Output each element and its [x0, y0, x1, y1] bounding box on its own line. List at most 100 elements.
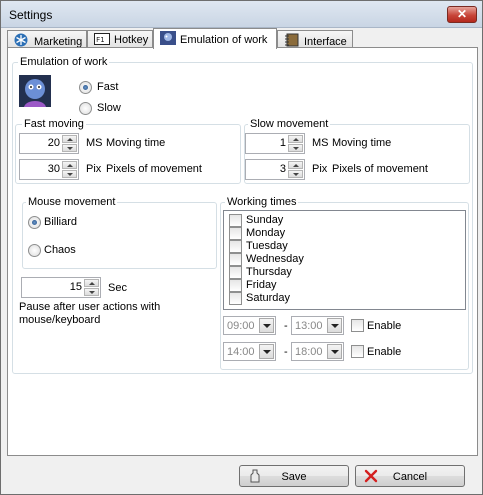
- day-label: Friday: [246, 279, 277, 291]
- friday-checkbox[interactable]: [229, 279, 242, 292]
- billiard-label: Billiard: [44, 216, 78, 228]
- mouse-movement-group: [22, 202, 217, 269]
- pause-label: Pause after user actions with mouse/keyb…: [19, 301, 161, 326]
- settings-window: Settings ✕ Marketing F1 Hotkey Emulation…: [0, 0, 483, 495]
- tab-interface[interactable]: Interface: [277, 30, 353, 48]
- saturday-checkbox[interactable]: [229, 292, 242, 305]
- fast-moving-title: Fast moving: [22, 118, 86, 130]
- slow-movement-title: Slow movement: [248, 118, 331, 130]
- slow-radio[interactable]: [79, 102, 92, 115]
- slow-time-unit: MS: [312, 137, 329, 149]
- tuesday-checkbox[interactable]: [229, 240, 242, 253]
- fast-pixels-unit: Pix: [86, 163, 102, 175]
- chevron-down-icon[interactable]: [327, 344, 342, 359]
- tab-label: Hotkey: [114, 34, 149, 46]
- emulation-avatar-icon: [19, 75, 51, 107]
- cancel-button[interactable]: Cancel: [355, 465, 465, 487]
- pause-unit: Sec: [108, 282, 127, 294]
- working-times-title: Working times: [225, 196, 299, 208]
- save-button[interactable]: Save: [239, 465, 349, 487]
- spin-down-button[interactable]: [288, 170, 303, 178]
- snowflake-icon: [14, 33, 30, 47]
- tab-panel: Emulation of work Fast Slow Fast moving …: [7, 47, 478, 456]
- spinner-value: 15: [69, 281, 82, 293]
- cancel-label: Cancel: [392, 471, 428, 483]
- slow-movement-pixels-spinner[interactable]: 3: [245, 159, 305, 180]
- slow-pixels-unit: Pix: [312, 163, 328, 175]
- select-value: 18:00: [295, 346, 323, 358]
- chevron-down-icon[interactable]: [259, 344, 274, 359]
- range1-to-select[interactable]: 13:00: [291, 316, 344, 335]
- wednesday-checkbox[interactable]: [229, 253, 242, 266]
- close-icon: ✕: [456, 7, 468, 21]
- fast-radio[interactable]: [79, 81, 92, 94]
- slow-movement-time-spinner[interactable]: 1: [245, 133, 305, 154]
- range1-enable-label: Enable: [367, 320, 402, 332]
- select-value: 09:00: [227, 320, 255, 332]
- spin-down-button[interactable]: [288, 144, 303, 152]
- day-label: Thursday: [246, 266, 292, 278]
- mouse-movement-title: Mouse movement: [26, 196, 118, 208]
- range1-from-select[interactable]: 09:00: [223, 316, 276, 335]
- day-label: Tuesday: [246, 240, 288, 252]
- fast-time-unit: MS: [86, 137, 103, 149]
- svg-text:F1: F1: [96, 36, 104, 44]
- spin-up-button[interactable]: [62, 161, 77, 169]
- notebook-icon: [284, 33, 300, 47]
- day-label: Sunday: [246, 214, 284, 226]
- spin-down-button[interactable]: [62, 170, 77, 178]
- slow-pixels-label: Pixels of movement: [332, 163, 428, 175]
- tab-strip: Marketing F1 Hotkey Emulation of work In…: [7, 28, 477, 49]
- fast-pixels-label: Pixels of movement: [106, 163, 202, 175]
- range2-to-select[interactable]: 18:00: [291, 342, 344, 361]
- tab-marketing[interactable]: Marketing: [7, 30, 87, 48]
- spin-up-button[interactable]: [84, 279, 99, 287]
- chevron-down-icon[interactable]: [259, 318, 274, 333]
- range2-from-select[interactable]: 14:00: [223, 342, 276, 361]
- spin-up-button[interactable]: [62, 135, 77, 143]
- tab-hotkey[interactable]: F1 Hotkey: [87, 30, 153, 48]
- day-label: Monday: [246, 227, 286, 239]
- thursday-checkbox[interactable]: [229, 266, 242, 279]
- spinner-value: 1: [279, 137, 286, 149]
- billiard-radio[interactable]: [28, 216, 41, 229]
- spin-up-button[interactable]: [288, 161, 303, 169]
- day-label: Wednesday: [246, 253, 304, 265]
- spinner-value: 30: [47, 163, 60, 175]
- pause-spinner[interactable]: 15: [21, 277, 101, 298]
- tab-label: Emulation of work: [180, 34, 268, 46]
- fast-moving-pixels-spinner[interactable]: 30: [19, 159, 79, 180]
- fast-label: Fast: [97, 81, 119, 93]
- range2-enable-label: Enable: [367, 346, 402, 358]
- spinner-value: 20: [47, 137, 60, 149]
- spin-up-button[interactable]: [288, 135, 303, 143]
- slow-time-label: Moving time: [332, 137, 392, 149]
- window-title: Settings: [9, 8, 53, 22]
- fast-time-label: Moving time: [106, 137, 166, 149]
- range-separator: -: [284, 346, 288, 358]
- slow-label: Slow: [97, 102, 121, 114]
- select-value: 13:00: [295, 320, 323, 332]
- title-bar: Settings ✕: [1, 1, 482, 28]
- range1-enable-checkbox[interactable]: [351, 319, 364, 332]
- emulation-group-title: Emulation of work: [18, 56, 110, 68]
- spinner-value: 3: [279, 163, 286, 175]
- day-label: Saturday: [246, 292, 291, 304]
- sunday-checkbox[interactable]: [229, 214, 242, 227]
- tab-emulation-of-work[interactable]: Emulation of work: [153, 28, 277, 49]
- save-label: Save: [281, 471, 307, 483]
- select-value: 14:00: [227, 346, 255, 358]
- keyboard-icon: F1: [94, 33, 110, 46]
- chaos-label: Chaos: [44, 244, 76, 256]
- range2-enable-checkbox[interactable]: [351, 345, 364, 358]
- fast-moving-time-spinner[interactable]: 20: [19, 133, 79, 154]
- spin-down-button[interactable]: [84, 288, 99, 296]
- days-checklist: Sunday Monday Tuesday Wednesday Thursday…: [223, 210, 466, 310]
- chevron-down-icon[interactable]: [327, 318, 342, 333]
- spin-down-button[interactable]: [62, 144, 77, 152]
- close-button[interactable]: ✕: [447, 6, 477, 23]
- range-separator: -: [284, 320, 288, 332]
- monday-checkbox[interactable]: [229, 227, 242, 240]
- chaos-radio[interactable]: [28, 244, 41, 257]
- robot-icon: [160, 31, 176, 45]
